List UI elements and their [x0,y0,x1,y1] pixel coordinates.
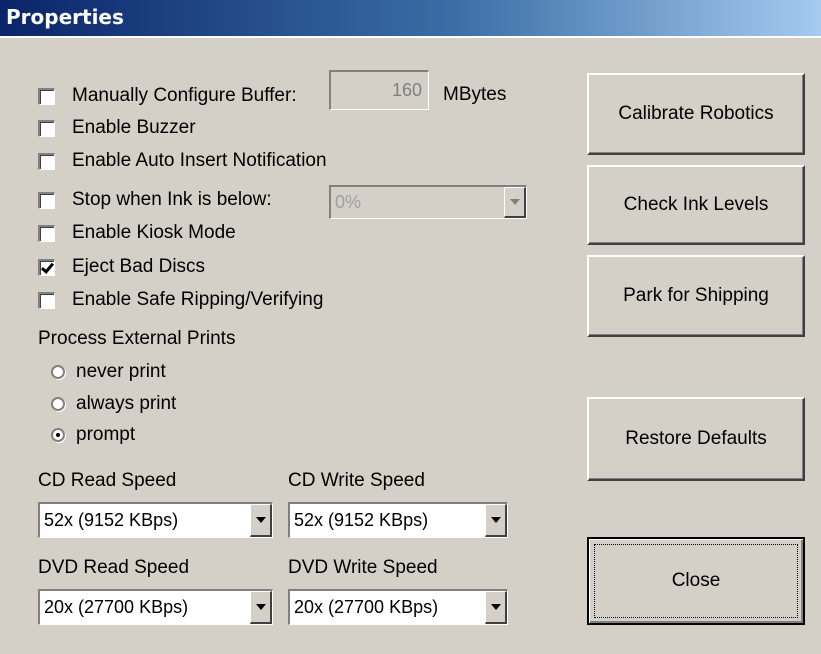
buffer-unit-label: MBytes [443,84,507,105]
radio-prompt-label: prompt [76,424,136,445]
window-title: Properties [6,5,124,29]
cd-write-speed-label: CD Write Speed [288,470,425,491]
cd-write-speed-value: 52x (9152 KBps) [294,510,429,530]
dvd-read-speed-value: 20x (27700 KBps) [44,597,189,617]
check-ink-levels-label: Check Ink Levels [623,194,769,215]
chevron-down-icon[interactable] [250,591,272,624]
chevron-down-icon[interactable] [504,187,526,218]
chevron-down-icon[interactable] [485,504,507,537]
park-for-shipping-label: Park for Shipping [623,285,769,306]
close-button[interactable]: Close [587,537,805,625]
chevron-down-icon[interactable] [250,504,272,537]
check-ink-levels-button[interactable]: Check Ink Levels [587,165,805,245]
eject-bad-discs-option[interactable]: Eject Bad Discs [38,254,205,280]
dvd-read-speed-label: DVD Read Speed [38,557,190,578]
radio-never-print-label: never print [76,361,166,382]
cd-read-speed-label: CD Read Speed [38,470,177,491]
dvd-write-speed-value: 20x (27700 KBps) [294,597,439,617]
safe-ripping-option[interactable]: Enable Safe Ripping/Verifying [38,287,323,313]
calibrate-robotics-button[interactable]: Calibrate Robotics [587,73,805,155]
auto-insert-option[interactable]: Enable Auto Insert Notification [38,148,327,174]
kiosk-mode-checkbox[interactable] [38,224,55,242]
manual-buffer-checkbox[interactable] [38,87,55,105]
radio-always-print-label: always print [76,393,177,414]
dvd-write-speed-label: DVD Write Speed [288,557,438,578]
restore-defaults-label: Restore Defaults [625,428,767,449]
eject-bad-discs-checkbox[interactable] [38,258,55,276]
kiosk-mode-option[interactable]: Enable Kiosk Mode [38,220,236,246]
stop-ink-checkbox[interactable] [38,191,55,209]
dvd-read-speed-select[interactable]: 20x (27700 KBps) [38,589,273,625]
dvd-write-speed-select[interactable]: 20x (27700 KBps) [288,589,508,625]
title-bar: Properties [0,0,821,38]
radio-prompt[interactable]: prompt [51,422,135,448]
cd-write-speed-select[interactable]: 52x (9152 KBps) [288,502,508,538]
external-prints-heading: Process External Prints [38,328,236,349]
auto-insert-checkbox[interactable] [38,152,55,170]
safe-ripping-checkbox[interactable] [38,291,55,309]
buffer-size-field[interactable]: 160 [329,70,429,110]
cd-read-speed-select[interactable]: 52x (9152 KBps) [38,502,273,538]
calibrate-robotics-label: Calibrate Robotics [618,103,774,124]
radio-never-print-button[interactable] [51,365,65,379]
cd-read-speed-value: 52x (9152 KBps) [44,510,179,530]
enable-buzzer-label: Enable Buzzer [72,117,196,138]
safe-ripping-label: Enable Safe Ripping/Verifying [72,289,324,310]
radio-never-print[interactable]: never print [51,359,166,385]
focus-rectangle [594,544,798,618]
auto-insert-label: Enable Auto Insert Notification [72,150,327,171]
buffer-size-value: 160 [391,80,422,100]
manual-buffer-option[interactable]: Manually Configure Buffer: [38,83,297,109]
radio-always-print-button[interactable] [51,397,65,411]
radio-always-print[interactable]: always print [51,391,176,417]
chevron-down-icon[interactable] [485,591,507,624]
park-for-shipping-button[interactable]: Park for Shipping [587,255,805,337]
ink-threshold-select[interactable]: 0% [329,185,527,219]
stop-ink-label: Stop when Ink is below: [72,189,272,210]
radio-prompt-button[interactable] [51,428,65,442]
enable-buzzer-option[interactable]: Enable Buzzer [38,115,196,141]
stop-ink-option[interactable]: Stop when Ink is below: [38,187,272,213]
ink-threshold-value: 0% [335,192,362,212]
manual-buffer-label: Manually Configure Buffer: [72,85,297,106]
kiosk-mode-label: Enable Kiosk Mode [72,222,236,243]
eject-bad-discs-label: Eject Bad Discs [72,256,206,277]
restore-defaults-button[interactable]: Restore Defaults [587,397,805,481]
enable-buzzer-checkbox[interactable] [38,119,55,137]
